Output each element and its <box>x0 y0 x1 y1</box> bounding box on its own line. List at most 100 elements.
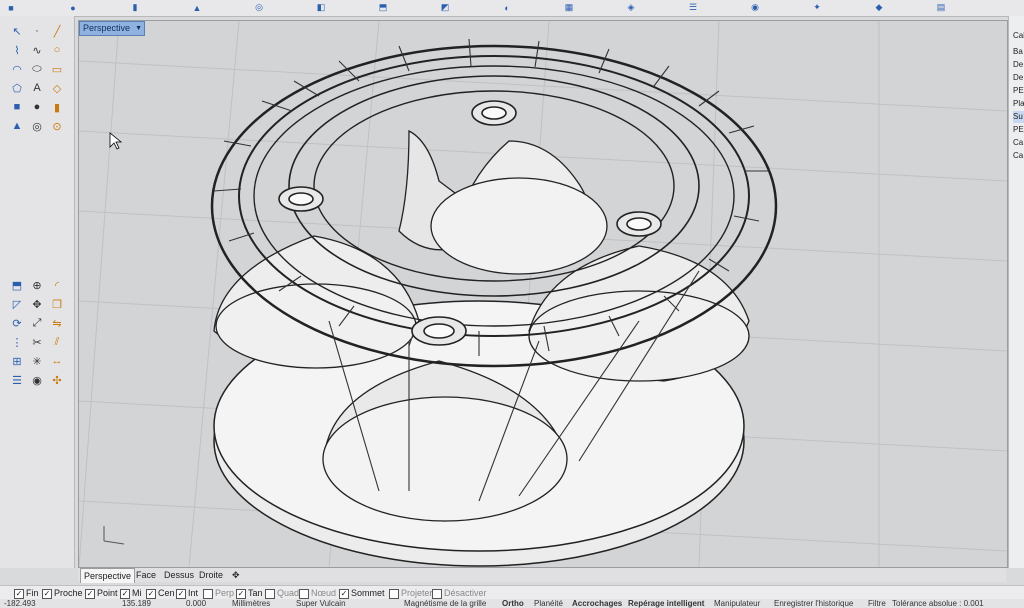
boolean-union-icon[interactable]: ⊕ <box>30 278 44 292</box>
osnap-checkbox[interactable]: ✓ <box>339 588 349 599</box>
panel-item[interactable]: Ba <box>1013 46 1024 58</box>
filter-toggle[interactable]: Filtre <box>868 599 886 608</box>
text-icon[interactable]: A <box>30 81 44 95</box>
ortho-toggle[interactable]: Ortho <box>502 599 524 608</box>
mirror-icon[interactable]: ⇋ <box>50 316 64 330</box>
point-icon[interactable]: · <box>30 24 44 38</box>
pipe-icon[interactable]: ⊙ <box>50 119 64 133</box>
panel-item[interactable]: Ca <box>1013 137 1024 149</box>
render-icon[interactable]: ◈ <box>624 1 638 14</box>
layer-icon[interactable]: ☰ <box>686 1 700 14</box>
fillet-icon[interactable]: ◐ <box>500 1 514 14</box>
osnap-checkbox[interactable] <box>389 588 399 599</box>
history-toggle[interactable]: Enregistrer l'historique <box>774 599 853 608</box>
ellipse-icon[interactable]: ⬭ <box>30 62 44 76</box>
scale-icon[interactable]: ⤢ <box>30 316 44 330</box>
osnap-11[interactable]: Projeter <box>389 588 433 599</box>
osnap-checkbox[interactable]: ✓ <box>236 588 246 599</box>
camera-icon[interactable]: ◉ <box>748 1 762 14</box>
osnap-checkbox[interactable]: ✓ <box>42 588 52 599</box>
osnap-checkbox[interactable] <box>432 588 442 599</box>
rectangle-icon[interactable]: ▭ <box>50 62 64 76</box>
join-icon[interactable]: ⊞ <box>10 354 24 368</box>
sphere-icon[interactable]: ● <box>66 1 80 14</box>
chamfer-icon[interactable]: ◸ <box>10 297 24 311</box>
osnap-1[interactable]: ✓ Proche <box>42 588 83 599</box>
osnap-5[interactable]: ✓ Int <box>176 588 198 599</box>
tab-perspective[interactable]: Perspective <box>80 568 136 583</box>
cone-icon[interactable]: ▲ <box>10 119 24 133</box>
rotate-icon[interactable]: ⟳ <box>10 316 24 330</box>
osnap-3[interactable]: ✓ Mi <box>120 588 142 599</box>
osnap-checkbox[interactable]: ✓ <box>176 588 186 599</box>
panel-item[interactable]: Su <box>1013 111 1024 123</box>
osnap-4[interactable]: ✓ Cen <box>146 588 175 599</box>
panel-item[interactable]: De <box>1013 72 1024 84</box>
viewport-menu-arrow-icon[interactable]: ▼ <box>135 22 142 35</box>
split-icon[interactable]: ⫽ <box>50 335 64 349</box>
extrude-icon[interactable]: ⬒ <box>10 278 24 292</box>
osnap-7[interactable]: ✓ Tan <box>236 588 263 599</box>
gumball-toggle[interactable]: Manipulateur <box>714 599 760 608</box>
grid-icon[interactable]: ▤ <box>934 1 948 14</box>
array-icon[interactable]: ⋮ <box>10 335 24 349</box>
layer-icon[interactable]: ☰ <box>10 373 24 387</box>
osnap-6[interactable]: Perp <box>203 588 234 599</box>
render-icon[interactable]: ◉ <box>30 373 44 387</box>
explode-icon[interactable]: ✳ <box>30 354 44 368</box>
solid-box-icon[interactable]: ■ <box>10 100 24 114</box>
gumball-icon[interactable]: ✣ <box>50 373 64 387</box>
box-icon[interactable]: ◧ <box>314 1 328 14</box>
tab-droite[interactable]: Droite <box>196 568 226 582</box>
panel-item[interactable]: PE <box>1013 124 1024 136</box>
material-icon[interactable]: ◆ <box>872 1 886 14</box>
osnap-toggle[interactable]: Accrochages <box>572 599 622 608</box>
tab-dessus[interactable]: Dessus <box>161 568 197 582</box>
panel-item[interactable]: Ca <box>1013 150 1024 162</box>
mesh-icon[interactable]: ▦ <box>562 1 576 14</box>
osnap-checkbox[interactable]: ✓ <box>146 588 156 599</box>
viewport-canvas[interactable] <box>79 21 1007 567</box>
planar-toggle[interactable]: Planéité <box>534 599 563 608</box>
osnap-checkbox[interactable]: ✓ <box>120 588 130 599</box>
osnap-8[interactable]: Quad <box>265 588 299 599</box>
sphere-icon[interactable]: ● <box>30 100 44 114</box>
light-icon[interactable]: ✦ <box>810 1 824 14</box>
select-arrow-icon[interactable]: ↖ <box>10 24 24 38</box>
boolean-icon[interactable]: ◩ <box>438 1 452 14</box>
polyline-icon[interactable]: ⌇ <box>10 43 24 57</box>
current-layer[interactable]: Super Vulcain <box>296 599 346 608</box>
osnap-0[interactable]: ✓ Fin <box>14 588 39 599</box>
osnap-checkbox[interactable] <box>265 588 275 599</box>
extrude-icon[interactable]: ⬒ <box>376 1 390 14</box>
panel-item[interactable]: PE <box>1013 85 1024 97</box>
tab-face[interactable]: Face <box>133 568 159 582</box>
surface-icon[interactable]: ◇ <box>50 81 64 95</box>
add-view-tab-icon[interactable]: ✥ <box>229 568 243 582</box>
curve-icon[interactable]: ∿ <box>30 43 44 57</box>
panel-item[interactable]: Pla <box>1013 98 1024 110</box>
panel-item[interactable]: De <box>1013 59 1024 71</box>
osnap-checkbox[interactable] <box>299 588 309 599</box>
osnap-2[interactable]: ✓ Point <box>85 588 118 599</box>
viewport-title-tab[interactable]: Perspective ▼ <box>79 21 146 36</box>
perspective-viewport[interactable]: Perspective ▼ <box>78 20 1008 568</box>
torus-icon[interactable]: ◎ <box>252 1 266 14</box>
cylinder-icon[interactable]: ▮ <box>50 100 64 114</box>
line-icon[interactable]: ╱ <box>50 24 64 38</box>
move-icon[interactable]: ✥ <box>30 297 44 311</box>
cube-icon[interactable]: ■ <box>4 1 18 14</box>
copy-icon[interactable]: ❐ <box>50 297 64 311</box>
osnap-checkbox[interactable]: ✓ <box>85 588 95 599</box>
dimension-icon[interactable]: ↔ <box>50 354 64 368</box>
osnap-10[interactable]: ✓ Sommet <box>339 588 385 599</box>
fillet-icon[interactable]: ◜ <box>50 278 64 292</box>
osnap-checkbox[interactable] <box>203 588 213 599</box>
polygon-icon[interactable]: ⬠ <box>10 81 24 95</box>
osnap-checkbox[interactable]: ✓ <box>14 588 24 599</box>
torus-icon[interactable]: ◎ <box>30 119 44 133</box>
trim-icon[interactable]: ✂ <box>30 335 44 349</box>
cylinder-icon[interactable]: ▮ <box>128 1 142 14</box>
osnap-12[interactable]: Désactiver <box>432 588 487 599</box>
cone-icon[interactable]: ▲ <box>190 1 204 14</box>
